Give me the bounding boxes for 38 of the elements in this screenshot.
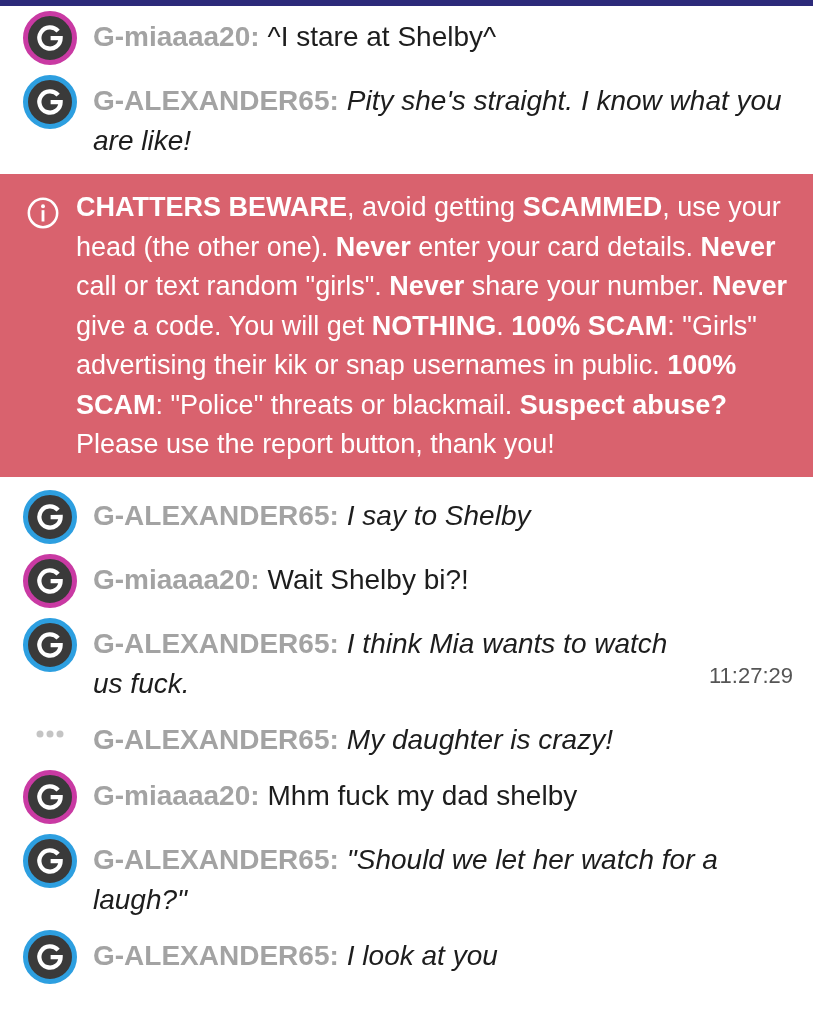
g-logo-icon [35,23,65,53]
chat-message: G-ALEXANDER65: I think Mia wants to watch us fuck. [93,626,669,701]
username[interactable]: G-miaaaa20: [93,563,260,595]
avatar[interactable] [23,11,77,65]
chat-message: G-miaaaa20: Wait Shelby bi?! [93,562,469,597]
timestamp: 11:27:29 [709,661,793,690]
g-logo-icon [35,565,65,596]
avatar[interactable] [23,617,77,672]
g-logo-icon [35,629,65,660]
chat-message: G-ALEXANDER65: My daughter is crazy! [93,722,613,757]
g-logo-icon [35,941,65,972]
avatar[interactable] [23,489,77,544]
g-logo-icon [35,781,65,812]
g-logo-icon [35,87,65,117]
username[interactable]: G-miaaaa20: [93,779,260,811]
g-logo-icon [35,845,65,876]
avatar[interactable] [23,833,77,888]
avatar[interactable] [23,929,77,984]
info-icon [26,196,60,230]
username[interactable]: G-ALEXANDER65: [93,723,339,755]
avatar[interactable] [23,75,77,129]
avatar[interactable] [23,553,77,608]
g-logo-icon [35,501,65,532]
ellipsis-icon [36,729,64,738]
username[interactable]: G-ALEXANDER65: [93,939,339,971]
username[interactable]: G-ALEXANDER65: [93,627,339,659]
warning-text: CHATTERS BEWARE, avoid getting SCAMMED, use your head (the other one). Never enter your card details. Never call or text random "girls". Never share your number. Never give a code. You will get NOTHING. 100% SCAM: "Girls" advertising their kik or snap usernames in public. 100% SCAM: "Police" threats or blackmail. Suspect abuse? Please use the report button, thank you! [76,191,789,461]
avatar[interactable] [23,769,77,824]
username[interactable]: G-miaaaa20: [93,21,260,52]
chat-message: G-miaaaa20: ^I stare at Shelby^ [93,20,497,54]
chat-message: G-ALEXANDER65: Pity she's straight. I know what you are like! [93,84,783,158]
chat-message: G-ALEXANDER65: I say to Shelby [93,498,531,533]
chat-message: G-miaaaa20: Mhm fuck my dad shelby [93,778,578,813]
chat-message: G-ALEXANDER65: "Should we let her watch for a laugh?" [93,842,719,917]
chat-message: G-ALEXANDER65: I look at you [93,938,498,973]
username[interactable]: G-ALEXANDER65: [93,499,339,531]
username[interactable]: G-ALEXANDER65: [93,85,339,116]
username[interactable]: G-ALEXANDER65: [93,843,339,875]
